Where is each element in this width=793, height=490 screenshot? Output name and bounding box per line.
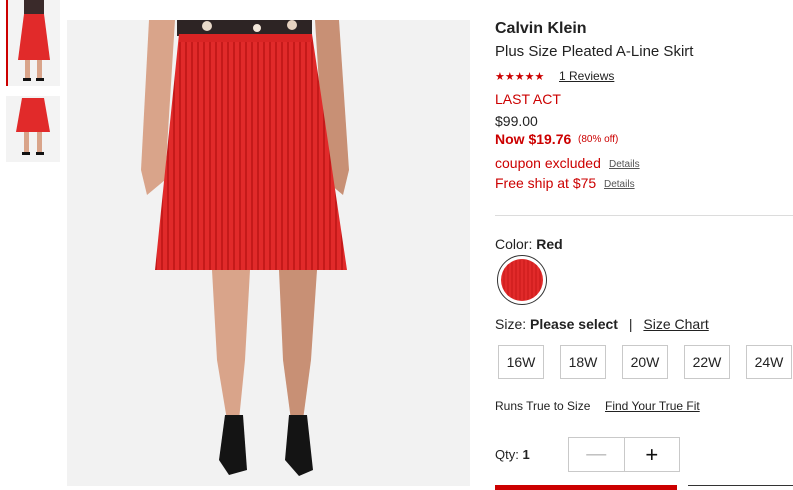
reviews-link[interactable]: 1 Reviews xyxy=(559,69,614,83)
coupon-status: coupon excluded xyxy=(495,155,601,171)
main-product-image[interactable] xyxy=(67,20,470,486)
add-to-bag-button[interactable] xyxy=(495,485,677,490)
product-thumbnail-1[interactable] xyxy=(6,0,60,86)
color-label-text: Color: xyxy=(495,236,533,252)
size-row: Size: Please select | Size Chart xyxy=(495,316,709,332)
size-option-18w[interactable]: 18W xyxy=(560,345,606,379)
quantity-label-text: Qty: xyxy=(495,447,519,462)
discount-percent: (80% off) xyxy=(578,134,619,145)
size-option-24w[interactable]: 24W xyxy=(746,345,792,379)
section-divider xyxy=(495,215,793,216)
quantity-stepper: — + xyxy=(568,437,680,472)
thumbnail-selected-indicator xyxy=(6,0,8,86)
brand-name[interactable]: Calvin Klein xyxy=(495,20,587,38)
separator: | xyxy=(628,316,633,332)
original-price: $99.00 xyxy=(495,113,538,129)
selected-size: Please select xyxy=(530,316,618,332)
color-swatch-red[interactable] xyxy=(497,255,547,305)
free-shipping-note: Free ship at $75 xyxy=(495,175,597,191)
shipping-details-link[interactable]: Details xyxy=(604,179,635,190)
size-option-16w[interactable]: 16W xyxy=(498,345,544,379)
size-label-text: Size: xyxy=(495,316,527,332)
size-chart-link[interactable]: Size Chart xyxy=(643,316,708,332)
quantity-value: 1 xyxy=(522,447,530,462)
swatch-fill xyxy=(501,259,543,301)
size-option-22w[interactable]: 22W xyxy=(684,345,730,379)
promo-label: LAST ACT xyxy=(495,91,561,107)
star-rating: ★★★★★ xyxy=(495,71,545,83)
thumbnail-2-image xyxy=(6,96,60,162)
decrease-quantity-button[interactable]: — xyxy=(569,438,625,471)
fit-note: Runs True to Size xyxy=(495,399,591,413)
add-to-list-button[interactable] xyxy=(688,485,793,490)
size-label: Size: Please select xyxy=(495,316,622,332)
coupon-details-link[interactable]: Details xyxy=(609,159,640,170)
sale-price: Now $19.76 xyxy=(495,131,572,147)
quantity-label: Qty: 1 xyxy=(495,447,530,462)
product-title: Plus Size Pleated A-Line Skirt xyxy=(495,43,694,60)
thumbnail-1-image xyxy=(6,0,60,86)
size-option-20w[interactable]: 20W xyxy=(622,345,668,379)
color-label: Color: Red xyxy=(495,236,563,252)
increase-quantity-button[interactable]: + xyxy=(625,438,680,471)
true-fit-link[interactable]: Find Your True Fit xyxy=(605,399,700,413)
selected-color: Red xyxy=(536,236,563,252)
product-thumbnail-2[interactable] xyxy=(6,96,60,162)
